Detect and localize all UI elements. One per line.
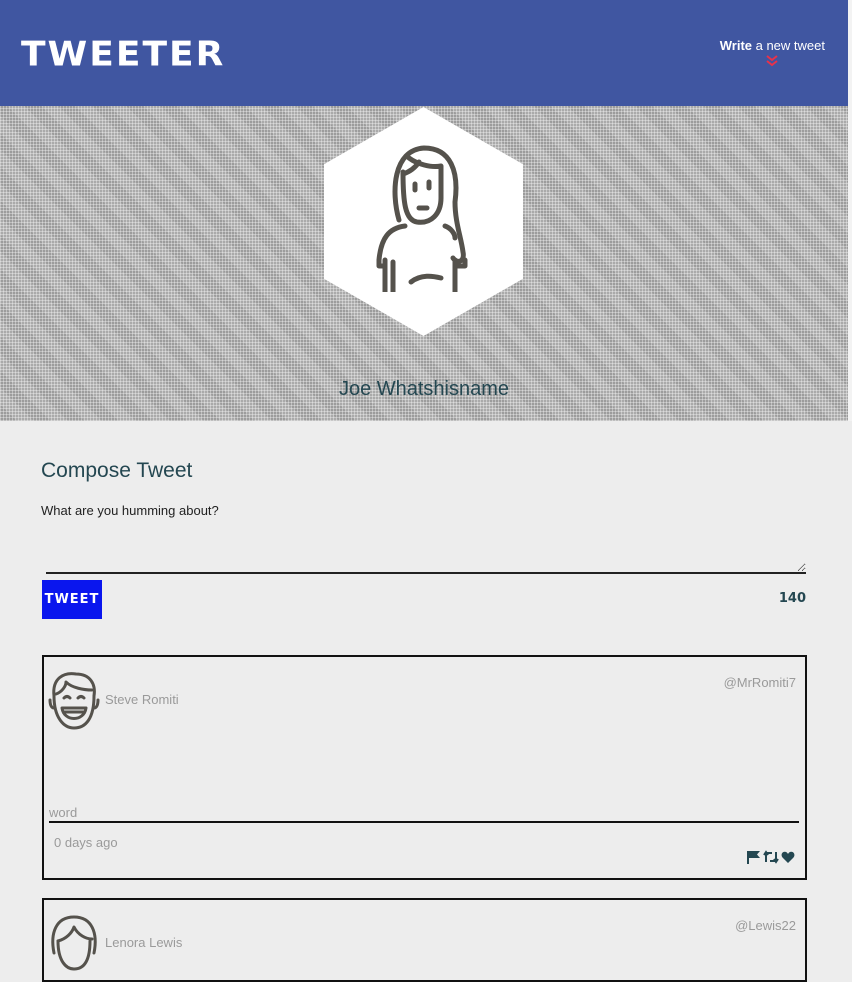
woman-avatar-icon — [51, 915, 97, 971]
profile-name: Joe Whatshisname — [338, 378, 510, 400]
tweet-author-handle: @Lewis22 — [735, 918, 796, 933]
write-label-bold: Write — [719, 38, 752, 53]
man-smiling-avatar-icon — [48, 672, 100, 730]
tweet-actions — [747, 850, 795, 864]
double-chevron-down-icon — [766, 55, 778, 67]
retweet-icon[interactable] — [763, 850, 779, 864]
tweet-content: word — [49, 805, 799, 823]
tweet-author-name: Lenora Lewis — [105, 935, 183, 950]
tweet-author-name: Steve Romiti — [105, 692, 179, 707]
tweet-author-handle: @MrRomiti7 — [723, 675, 796, 690]
nav-edge — [848, 0, 852, 106]
flag-icon[interactable] — [747, 850, 761, 864]
character-counter: 140 — [778, 591, 806, 606]
tweet-button[interactable]: TWEET — [42, 580, 102, 619]
compose-title: Compose Tweet — [41, 459, 193, 482]
app-logo[interactable]: TWEETER — [21, 35, 225, 74]
heart-icon[interactable] — [781, 851, 795, 864]
tweet-timestamp: 0 days ago — [54, 835, 118, 850]
write-label-rest: a new tweet — [752, 38, 825, 53]
tweet-card: Lenora Lewis @Lewis22 — [42, 898, 807, 982]
compose-label: What are you humming about? — [41, 503, 219, 518]
header-edge — [848, 106, 852, 421]
top-nav: TWEETER Write a new tweet — [0, 0, 848, 106]
write-new-tweet-link[interactable]: Write a new tweet — [720, 38, 825, 68]
tweet-textarea[interactable] — [46, 530, 806, 574]
tweet-card: Steve Romiti @MrRomiti7 word 0 days ago — [42, 655, 807, 880]
woman-avatar-icon — [376, 145, 468, 292]
